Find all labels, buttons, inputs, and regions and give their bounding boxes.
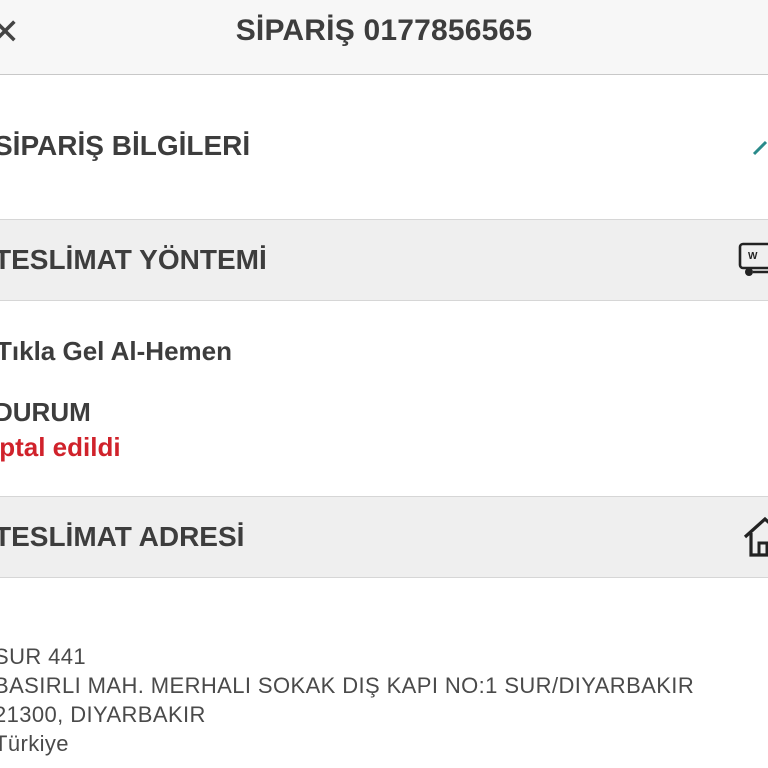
delivery-address-label: TESLİMAT ADRESİ: [0, 521, 245, 552]
delivery-method-bar: TESLİMAT YÖNTEMİ W: [0, 219, 768, 301]
svg-text:W: W: [748, 251, 758, 262]
status-value: İptal edildi: [0, 432, 121, 462]
address-line-1: SUR 441: [0, 644, 87, 669]
house-icon: [743, 516, 768, 557]
address-line-3: 21300, DIYARBAKIR: [0, 702, 206, 727]
delivery-method-label: TESLİMAT YÖNTEMİ: [0, 244, 267, 275]
address-line-4: Türkiye: [0, 731, 69, 756]
page-title: SİPARİŞ 0177856565: [235, 14, 533, 47]
chevron-up-icon[interactable]: [752, 136, 768, 156]
top-bar: ✕ SİPARİŞ 0177856565: [0, 0, 768, 75]
order-info-section[interactable]: SİPARİŞ BİLGİLERİ: [0, 76, 768, 219]
status-label: DURUM: [0, 397, 91, 427]
delivery-method-value: Tıkla Gel Al-Hemen: [0, 336, 232, 366]
address-line-2: BASIRLI MAH. MERHALI SOKAK DIŞ KAPI NO:1…: [0, 673, 695, 698]
order-info-label: SİPARİŞ BİLGİLERİ: [0, 130, 251, 161]
delivery-address-bar: TESLİMAT ADRESİ: [0, 496, 768, 578]
truck-icon: W: [738, 242, 768, 276]
